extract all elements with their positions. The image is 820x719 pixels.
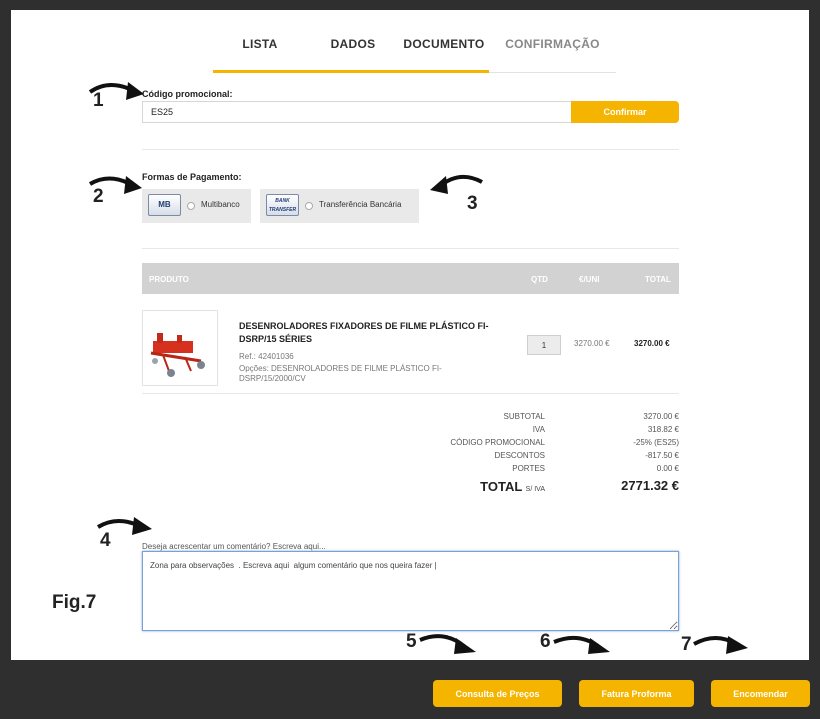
summary-value-portes: 0.00 € xyxy=(656,464,679,473)
arrow-icon-2 xyxy=(88,176,142,194)
divider xyxy=(142,393,679,394)
checkout-panel: LISTA DADOS DOCUMENTO CONFIRMAÇÃO Código… xyxy=(11,10,809,660)
payment-label: Formas de Pagamento: xyxy=(142,172,242,182)
total-value: 2771.32 € xyxy=(621,478,679,493)
proforma-invoice-button[interactable]: Fatura Proforma xyxy=(579,680,694,707)
arrow-icon-3 xyxy=(430,174,483,194)
transfer-label: Transferência Bancária xyxy=(319,200,402,209)
annotation-number-5: 5 xyxy=(406,631,417,652)
bank-transfer-logo: BANK TRANSFER xyxy=(266,194,299,216)
tab-lista[interactable]: LISTA xyxy=(213,37,307,73)
multibanco-logo: MB xyxy=(148,194,181,216)
summary-label-portes: PORTES xyxy=(512,464,545,473)
product-image[interactable] xyxy=(142,310,218,386)
product-options: Opções: DESENROLADORES DE FILME PLÁSTICO… xyxy=(239,364,442,383)
multibanco-radio[interactable] xyxy=(187,202,195,210)
summary-value-descontos: -817.50 € xyxy=(645,451,679,460)
summary-value-iva: 318.82 € xyxy=(647,425,679,434)
quantity-input[interactable] xyxy=(527,335,561,355)
confirm-promo-button[interactable]: Confirmar xyxy=(571,101,679,123)
tab-dados[interactable]: DADOS xyxy=(307,37,399,73)
summary-label-subtotal: SUBTOTAL xyxy=(503,412,546,421)
transfer-radio[interactable] xyxy=(305,202,313,210)
promo-code-input[interactable] xyxy=(142,101,572,123)
promo-label: Código promocional: xyxy=(142,89,233,99)
figure-label: Fig.7 xyxy=(52,592,97,613)
header-unit: €/UNI xyxy=(579,275,600,284)
header-product: PRODUTO xyxy=(149,275,189,284)
arrow-icon-4 xyxy=(96,517,152,535)
total-label-text: TOTAL xyxy=(480,479,523,494)
tab-confirmacao[interactable]: CONFIRMAÇÃO xyxy=(489,37,616,73)
total-label: TOTAL S/ IVA xyxy=(431,479,545,494)
payment-option-transfer[interactable]: BANK TRANSFER Transferência Bancária xyxy=(260,189,419,223)
total-suffix: S/ IVA xyxy=(525,486,545,493)
machine-illustration xyxy=(150,333,205,377)
comment-textarea[interactable] xyxy=(142,551,679,631)
divider xyxy=(142,149,679,150)
arrow-icon-5 xyxy=(419,634,476,654)
summary-label-descontos: DESCONTOS xyxy=(494,451,545,460)
annotation-number-7: 7 xyxy=(681,634,692,655)
cart-table-header: PRODUTO QTD €/UNI TOTAL xyxy=(142,263,679,294)
payment-option-multibanco[interactable]: MB Multibanco xyxy=(142,189,251,223)
unit-price: 3270.00 € xyxy=(574,339,610,348)
arrow-icon-7 xyxy=(693,636,748,654)
comment-label: Deseja acrescentar um comentário? Escrev… xyxy=(142,542,326,551)
price-inquiry-button[interactable]: Consulta de Preços xyxy=(433,680,562,707)
tab-lista-label: LISTA xyxy=(242,37,278,51)
summary-value-subtotal: 3270.00 € xyxy=(643,412,679,421)
tab-confirmacao-label: CONFIRMAÇÃO xyxy=(505,37,600,51)
order-button[interactable]: Encomendar xyxy=(711,680,810,707)
tab-documento-label: DOCUMENTO xyxy=(403,37,485,51)
header-total: TOTAL xyxy=(645,275,671,284)
product-title[interactable]: DESENROLADORES FIXADORES DE FILME PLÁSTI… xyxy=(239,320,509,346)
annotation-number-6: 6 xyxy=(540,631,551,652)
arrow-icon-6 xyxy=(553,635,610,654)
product-ref: Ref.: 42401036 xyxy=(239,352,294,361)
arrow-icon-1 xyxy=(88,82,144,100)
line-total: 3270.00 € xyxy=(634,339,670,348)
multibanco-label: Multibanco xyxy=(201,200,240,209)
summary-value-promo: -25% (ES25) xyxy=(633,438,679,447)
summary-label-promo: CÓDIGO PROMOCIONAL xyxy=(450,438,545,447)
divider xyxy=(142,248,679,249)
tab-documento[interactable]: DOCUMENTO xyxy=(399,37,489,73)
tab-dados-label: DADOS xyxy=(330,37,376,51)
header-qty: QTD xyxy=(531,275,548,284)
checkout-tabs: LISTA DADOS DOCUMENTO CONFIRMAÇÃO xyxy=(213,37,616,73)
summary-label-iva: IVA xyxy=(532,425,545,434)
